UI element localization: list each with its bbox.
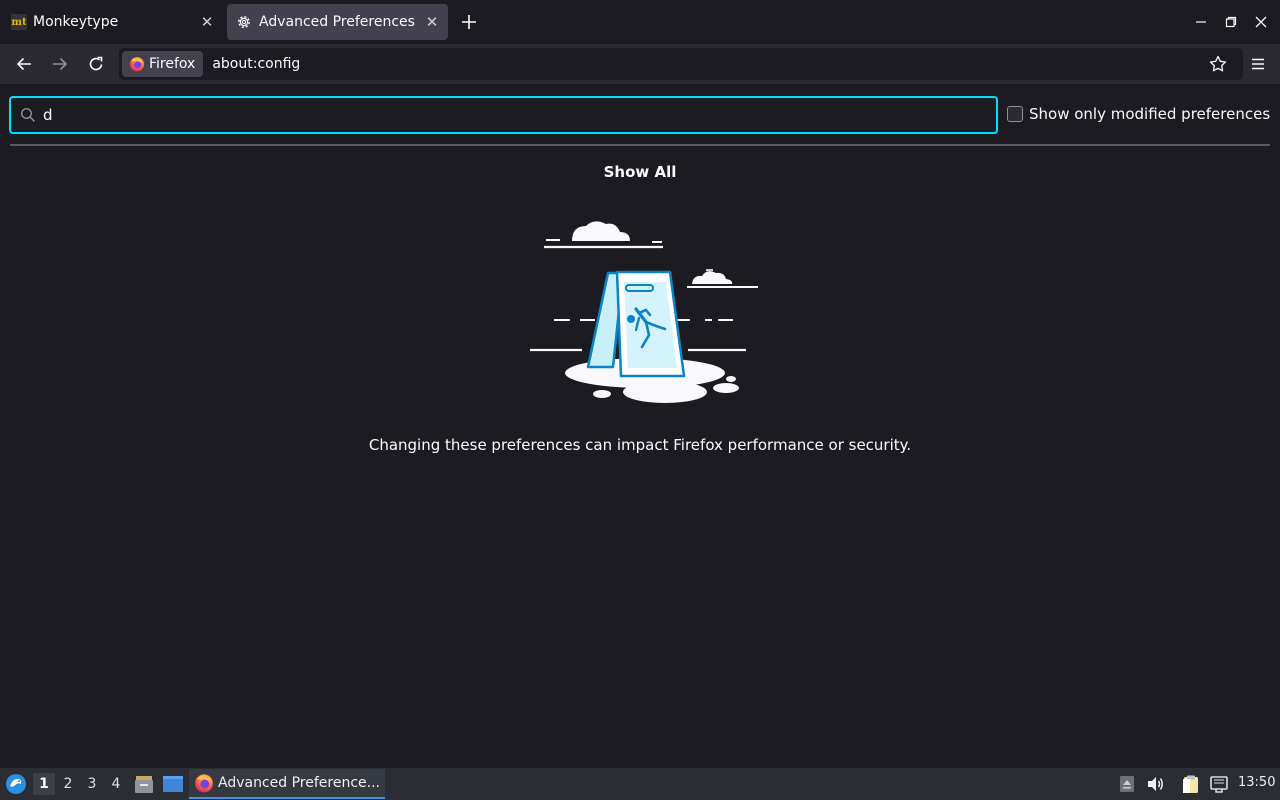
navigation-toolbar: Firefox about:config <box>0 44 1280 84</box>
hamburger-menu-icon <box>1252 58 1264 70</box>
tab-advanced-preferences[interactable]: Advanced Preferences ✕ <box>227 4 448 40</box>
restore-icon <box>1225 16 1237 28</box>
arrow-left-icon <box>16 57 31 71</box>
tab-label: Advanced Preferences <box>259 14 415 30</box>
back-button[interactable] <box>10 50 38 78</box>
minimize-icon <box>1196 21 1206 23</box>
minimize-button[interactable] <box>1191 12 1211 32</box>
plus-icon <box>462 15 476 29</box>
task-firefox-advanced-preferences[interactable]: Advanced Preference... <box>189 769 385 799</box>
preference-search-box[interactable] <box>9 96 998 134</box>
gear-icon <box>236 14 252 30</box>
app-menu-button[interactable] <box>1244 50 1272 78</box>
monkeytype-icon: mt <box>11 14 27 30</box>
show-all-button[interactable]: Show All <box>0 163 1280 181</box>
preference-search-input[interactable] <box>43 98 996 132</box>
start-menu-icon[interactable] <box>5 773 27 795</box>
tab-label: Monkeytype <box>33 14 119 30</box>
show-modified-checkbox[interactable] <box>1007 106 1023 122</box>
workspace-2[interactable]: 2 <box>57 773 79 795</box>
taskbar: 1 2 3 4 Advanced Preference... 13:50 <box>0 768 1280 800</box>
network-icon[interactable] <box>1209 774 1229 794</box>
close-icon[interactable]: ✕ <box>199 13 215 31</box>
show-modified-label: Show only modified preferences <box>1029 105 1271 123</box>
clock: 13:50 <box>1238 775 1276 790</box>
close-icon <box>1255 16 1267 28</box>
eject-icon[interactable] <box>1117 774 1137 794</box>
new-tab-button[interactable] <box>457 10 481 34</box>
desktop-icon[interactable] <box>162 773 184 795</box>
divider <box>10 144 1270 146</box>
reload-button[interactable] <box>82 50 110 78</box>
identity-label: Firefox <box>149 56 196 72</box>
volume-icon[interactable] <box>1145 774 1165 794</box>
close-icon[interactable]: ✕ <box>424 13 440 31</box>
identity-box[interactable]: Firefox <box>122 51 204 77</box>
warning-message: Changing these preferences can impact Fi… <box>368 436 912 454</box>
tab-strip: mt Monkeytype ✕ Advanced Preferences ✕ <box>0 0 1280 44</box>
slippery-floor-illustration <box>530 221 758 403</box>
reload-icon <box>89 56 103 71</box>
workspace-1[interactable]: 1 <box>33 773 55 795</box>
arrow-right-icon <box>53 57 68 71</box>
workspace-4[interactable]: 4 <box>105 773 127 795</box>
file-manager-icon[interactable] <box>133 773 155 795</box>
tab-monkeytype[interactable]: mt Monkeytype ✕ <box>2 4 223 40</box>
workspace-3[interactable]: 3 <box>81 773 103 795</box>
task-label: Advanced Preference... <box>218 775 380 791</box>
firefox-icon <box>129 57 145 72</box>
restore-button[interactable] <box>1221 12 1241 32</box>
forward-button[interactable] <box>46 50 74 78</box>
firefox-icon <box>195 774 213 793</box>
close-window-button[interactable] <box>1251 12 1271 32</box>
about-config-page: Show only modified preferences Show All <box>0 84 1280 768</box>
bookmark-star-icon[interactable] <box>1209 55 1227 73</box>
url-bar[interactable]: Firefox about:config <box>119 48 1243 80</box>
clipboard-icon[interactable] <box>1181 774 1201 794</box>
url-text[interactable]: about:config <box>212 56 300 72</box>
show-modified-toggle[interactable]: Show only modified preferences <box>1007 105 1270 123</box>
search-icon <box>20 107 36 123</box>
